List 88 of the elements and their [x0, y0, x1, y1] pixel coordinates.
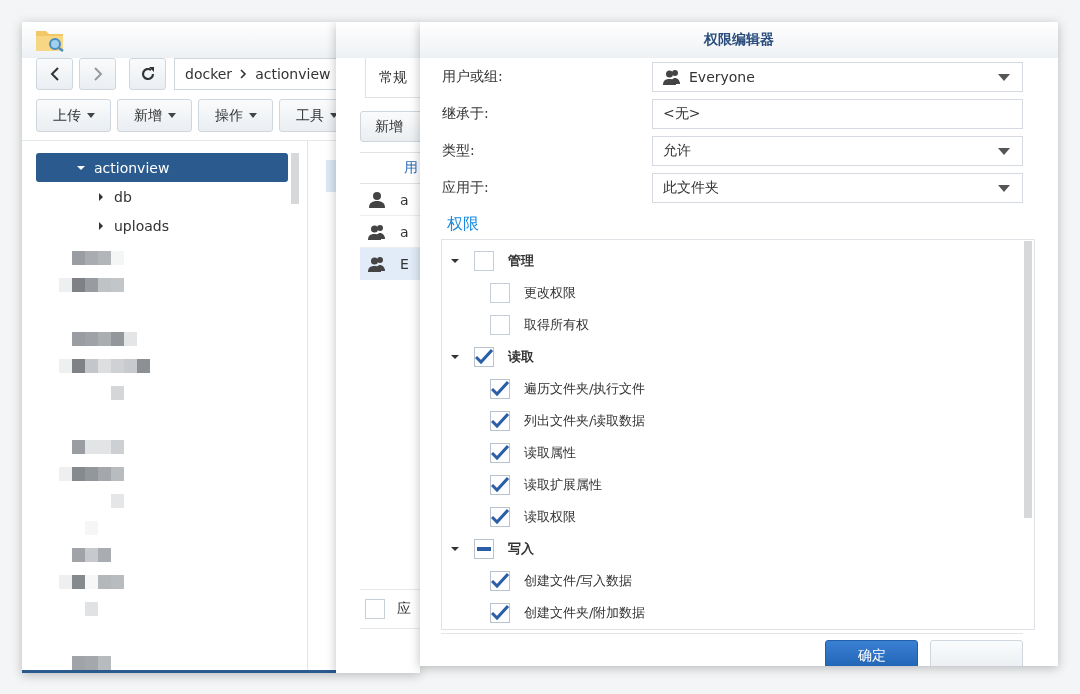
caret-down-icon[interactable]	[450, 256, 460, 266]
caret-down-icon[interactable]	[450, 544, 460, 554]
dropdown-field[interactable]: 此文件夹	[652, 173, 1023, 203]
user-row[interactable]: E	[360, 248, 420, 280]
field-label: 继承于:	[442, 105, 490, 123]
checkbox[interactable]	[490, 411, 510, 431]
caret-down-icon	[86, 113, 95, 118]
permission-group-label: 管理	[508, 252, 534, 270]
field-label: 用户或组:	[442, 68, 504, 86]
caret-right-icon[interactable]	[96, 192, 106, 202]
group-icon	[663, 69, 681, 85]
permission-label: 更改权限	[524, 284, 576, 302]
scrollbar[interactable]	[291, 153, 299, 204]
checkmark-icon	[491, 573, 509, 589]
permission-label: 读取扩展属性	[524, 476, 602, 494]
dash-icon	[477, 547, 491, 551]
caret-down-icon	[167, 113, 176, 118]
permission-label: 创建文件/写入数据	[524, 572, 633, 590]
permission-label: 读取属性	[524, 444, 576, 462]
permission-label: 读取权限	[524, 508, 576, 526]
user-name: E	[400, 255, 409, 272]
checkmark-icon	[491, 477, 509, 493]
folder-tree-item[interactable]: db	[36, 182, 288, 212]
checkmark-icon	[491, 381, 509, 397]
checkmark-icon	[491, 605, 509, 621]
permission-label: 列出文件夹/读取数据	[524, 412, 646, 430]
checkmark-icon	[475, 349, 493, 365]
folder-search-icon	[35, 28, 65, 52]
checkmark-icon	[491, 445, 509, 461]
checkbox[interactable]	[490, 315, 510, 335]
user-row[interactable]: a	[360, 184, 420, 216]
section-heading: 权限	[447, 214, 479, 235]
dropdown-arrow-icon[interactable]	[998, 184, 1010, 192]
checkbox[interactable]	[365, 599, 385, 619]
checkbox[interactable]	[490, 507, 510, 527]
checkbox[interactable]	[490, 283, 510, 303]
toolbar-button[interactable]: 操作	[198, 99, 273, 132]
path-field[interactable]: docker actionview	[174, 58, 336, 90]
user-row[interactable]: a	[360, 216, 420, 248]
path-segment[interactable]: docker	[185, 66, 233, 82]
scrollbar[interactable]	[1024, 241, 1032, 518]
chevron-right-icon	[92, 66, 103, 82]
dropdown-field[interactable]: 允许	[652, 136, 1023, 166]
chevron-right-icon	[240, 69, 248, 79]
checkbox[interactable]	[490, 603, 510, 623]
toolbar-button[interactable]: 上传	[36, 99, 111, 132]
add-button[interactable]: 新增	[360, 111, 420, 142]
folder-tree-item[interactable]: actionview	[36, 153, 288, 183]
checkbox[interactable]	[474, 251, 494, 271]
permission-label: 创建文件夹/附加数据	[524, 604, 646, 622]
field-label: 应用于:	[442, 179, 490, 197]
refresh-button[interactable]	[129, 58, 166, 90]
text-field[interactable]: <无>	[652, 99, 1023, 129]
permission-label: 取得所有权	[524, 316, 589, 334]
toolbar-button[interactable]: 新增	[117, 99, 192, 132]
checkbox[interactable]	[474, 347, 494, 367]
toolbar-button[interactable]: 工具	[279, 99, 336, 132]
checkbox[interactable]	[490, 475, 510, 495]
dropdown-arrow-icon[interactable]	[998, 73, 1010, 81]
back-button[interactable]	[36, 58, 73, 90]
user-name: a	[400, 191, 409, 208]
checkbox[interactable]	[490, 443, 510, 463]
caret-down-icon	[248, 113, 257, 118]
field-label: 类型:	[442, 142, 476, 160]
dialog-title: 权限编辑器	[704, 31, 774, 49]
user-icon	[368, 190, 386, 209]
caret-down-icon[interactable]	[450, 352, 460, 362]
caret-right-icon[interactable]	[96, 221, 106, 232]
group-icon	[368, 255, 386, 272]
permission-group-label: 写入	[508, 540, 534, 558]
group-icon	[368, 223, 386, 240]
checkbox[interactable]	[490, 379, 510, 399]
checkbox[interactable]	[474, 539, 494, 559]
checkbox[interactable]	[490, 571, 510, 591]
permission-label: 遍历文件夹/执行文件	[524, 380, 646, 398]
permission-group-label: 读取	[508, 348, 534, 366]
caret-down-icon	[329, 113, 336, 118]
dropdown-arrow-icon[interactable]	[998, 147, 1010, 155]
chevron-left-icon	[49, 66, 60, 82]
refresh-icon	[139, 66, 156, 82]
dropdown-field[interactable]: Everyone	[652, 62, 1023, 92]
confirm-button[interactable]: 确定	[825, 640, 918, 666]
path-segment[interactable]: actionview	[255, 66, 331, 82]
checkbox-label: 应	[397, 600, 411, 618]
user-name: a	[400, 223, 409, 240]
checkmark-icon	[491, 509, 509, 525]
checkmark-icon	[491, 413, 509, 429]
folder-tree-item[interactable]: uploads	[36, 211, 288, 241]
